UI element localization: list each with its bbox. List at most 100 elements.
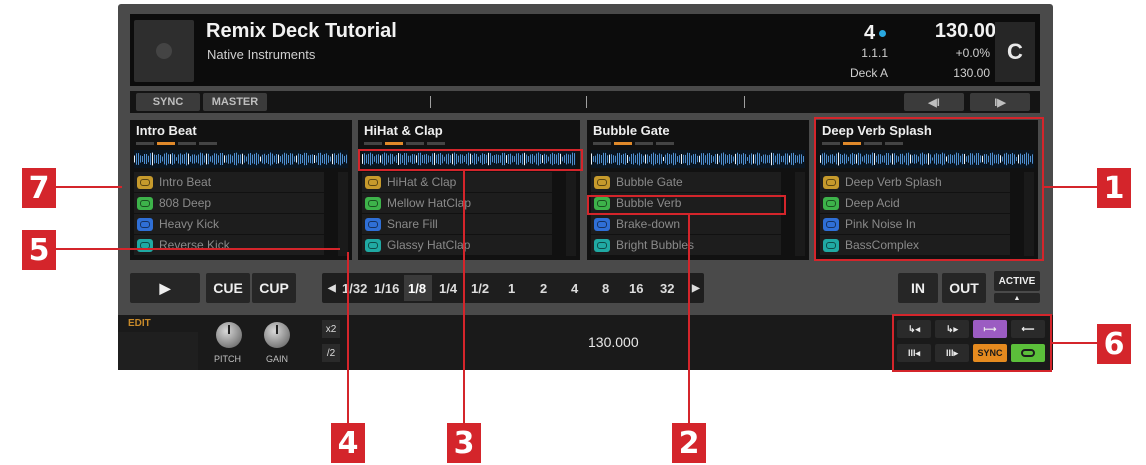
callout-line-5 bbox=[56, 248, 340, 250]
track-title: Remix Deck Tutorial bbox=[206, 20, 397, 42]
callout-frame-6 bbox=[892, 314, 1052, 372]
tempo-bpm-small: 130.00 bbox=[953, 66, 990, 80]
sample-cell[interactable]: Intro Beat bbox=[134, 172, 324, 192]
cup-button[interactable]: CUP bbox=[252, 273, 296, 303]
slot-volume-fader[interactable] bbox=[795, 172, 805, 256]
slot-volume-fader[interactable] bbox=[338, 172, 348, 256]
strip-marker bbox=[430, 96, 431, 108]
loop-icon bbox=[365, 238, 381, 252]
loop-icon bbox=[137, 217, 153, 231]
collapse-icon[interactable]: ▲ bbox=[994, 293, 1040, 303]
sample-cell[interactable]: Mellow HatClap bbox=[362, 193, 552, 213]
loop-icon bbox=[365, 217, 381, 231]
tempo-bpm: 130.00 bbox=[934, 20, 996, 42]
callout-line-3 bbox=[463, 171, 465, 423]
beat-indicator-dot bbox=[879, 30, 886, 37]
rate-option[interactable]: 1/32 bbox=[342, 281, 367, 296]
tempo-offset: +0.0% bbox=[955, 46, 990, 60]
rate-option[interactable]: 1/4 bbox=[439, 281, 457, 296]
master-button[interactable]: MASTER bbox=[203, 93, 267, 111]
slot-bar-indicator bbox=[593, 142, 674, 145]
callout-badge-2: 2 bbox=[672, 423, 706, 463]
sample-cell[interactable]: Bubble Gate bbox=[591, 172, 781, 192]
loop-icon bbox=[365, 196, 381, 210]
slot-name: Bubble Gate bbox=[593, 123, 670, 138]
slot-bar-indicator bbox=[364, 142, 445, 145]
sample-slot-1[interactable]: Intro Beat Intro Beat 808 Deep Heavy Kic… bbox=[130, 120, 352, 260]
rate-option[interactable]: 4 bbox=[571, 281, 578, 296]
loop-icon bbox=[365, 175, 381, 189]
loop-icon bbox=[137, 175, 153, 189]
callout-badge-7: 7 bbox=[22, 168, 56, 208]
sample-slot-3[interactable]: Bubble Gate Bubble Gate Bubble Verb Brak… bbox=[587, 120, 809, 260]
callout-line-2 bbox=[688, 215, 690, 423]
loop-icon bbox=[594, 217, 610, 231]
sample-slot-2[interactable]: HiHat & Clap HiHat & Clap Mellow HatClap… bbox=[358, 120, 580, 260]
pitch-knob[interactable] bbox=[216, 322, 242, 348]
play-button[interactable]: ▶ bbox=[130, 273, 200, 303]
sample-cell[interactable]: Heavy Kick bbox=[134, 214, 324, 234]
strip-marker bbox=[586, 96, 587, 108]
cue-button[interactable]: CUE bbox=[206, 273, 250, 303]
callout-frame-2 bbox=[587, 195, 786, 215]
edit-label: EDIT bbox=[128, 318, 151, 329]
slot-name: HiHat & Clap bbox=[364, 123, 443, 138]
track-artist: Native Instruments bbox=[207, 47, 316, 62]
edit-area bbox=[118, 332, 198, 370]
double-tempo-button[interactable]: x2 bbox=[322, 320, 340, 338]
loop-icon bbox=[594, 175, 610, 189]
rate-option[interactable]: 1/2 bbox=[471, 281, 489, 296]
rate-right-arrow[interactable]: ▶ bbox=[692, 283, 700, 294]
loop-icon bbox=[594, 238, 610, 252]
deck-name: Deck A bbox=[849, 66, 888, 80]
callout-badge-6: 6 bbox=[1097, 324, 1131, 364]
active-button[interactable]: ACTIVE bbox=[994, 271, 1040, 291]
slot-volume-fader[interactable] bbox=[566, 172, 576, 256]
rate-option[interactable]: 2 bbox=[540, 281, 547, 296]
pitch-label: PITCH bbox=[214, 354, 241, 364]
sample-cell[interactable]: Snare Fill bbox=[362, 214, 552, 234]
slot-name: Intro Beat bbox=[136, 123, 197, 138]
loop-in-button[interactable]: IN bbox=[898, 273, 938, 303]
slot-bar-indicator bbox=[136, 142, 217, 145]
cover-art bbox=[134, 20, 194, 82]
sample-cell[interactable]: Glassy HatClap bbox=[362, 235, 552, 255]
callout-line-7 bbox=[56, 186, 122, 188]
callout-badge-4: 4 bbox=[331, 423, 365, 463]
sample-cell[interactable]: Bright Bubbles bbox=[591, 235, 781, 255]
sample-cell[interactable]: Reverse Kick bbox=[134, 235, 324, 255]
jump-forward-button[interactable]: I▶ bbox=[970, 93, 1030, 111]
beats-counter: 4 bbox=[864, 22, 876, 44]
callout-badge-5: 5 bbox=[22, 230, 56, 270]
rate-option[interactable]: 8 bbox=[602, 281, 609, 296]
callout-line-4 bbox=[347, 252, 349, 423]
loop-icon bbox=[137, 196, 153, 210]
rate-option-selected[interactable]: 1/8 bbox=[408, 281, 426, 296]
loop-out-button[interactable]: OUT bbox=[942, 273, 986, 303]
rate-left-arrow[interactable]: ◀ bbox=[328, 283, 336, 294]
rate-option[interactable]: 1 bbox=[508, 281, 515, 296]
tempo-value: 130.000 bbox=[588, 334, 639, 350]
slot-waveform bbox=[134, 150, 348, 168]
playhead-position: 1.1.1 bbox=[861, 46, 888, 60]
sample-cell[interactable]: 808 Deep bbox=[134, 193, 324, 213]
half-tempo-button[interactable]: /2 bbox=[322, 344, 340, 362]
callout-frame-3 bbox=[358, 149, 583, 171]
sample-cell[interactable]: Brake-down bbox=[591, 214, 781, 234]
rate-option[interactable]: 1/16 bbox=[374, 281, 399, 296]
rate-option[interactable]: 16 bbox=[629, 281, 643, 296]
sample-cell[interactable]: HiHat & Clap bbox=[362, 172, 552, 192]
jump-back-button[interactable]: ◀I bbox=[904, 93, 964, 111]
sync-button[interactable]: SYNC bbox=[136, 93, 200, 111]
callout-badge-1: 1 bbox=[1097, 168, 1131, 208]
gain-knob[interactable] bbox=[264, 322, 290, 348]
callout-badge-3: 3 bbox=[447, 423, 481, 463]
callout-line-1 bbox=[1044, 186, 1098, 188]
rate-option[interactable]: 32 bbox=[660, 281, 674, 296]
slot-waveform bbox=[591, 150, 805, 168]
gain-label: GAIN bbox=[266, 354, 289, 364]
callout-line-6 bbox=[1052, 342, 1098, 344]
deck-letter[interactable]: C bbox=[995, 22, 1035, 82]
strip-marker bbox=[744, 96, 745, 108]
callout-frame-1 bbox=[814, 117, 1044, 261]
